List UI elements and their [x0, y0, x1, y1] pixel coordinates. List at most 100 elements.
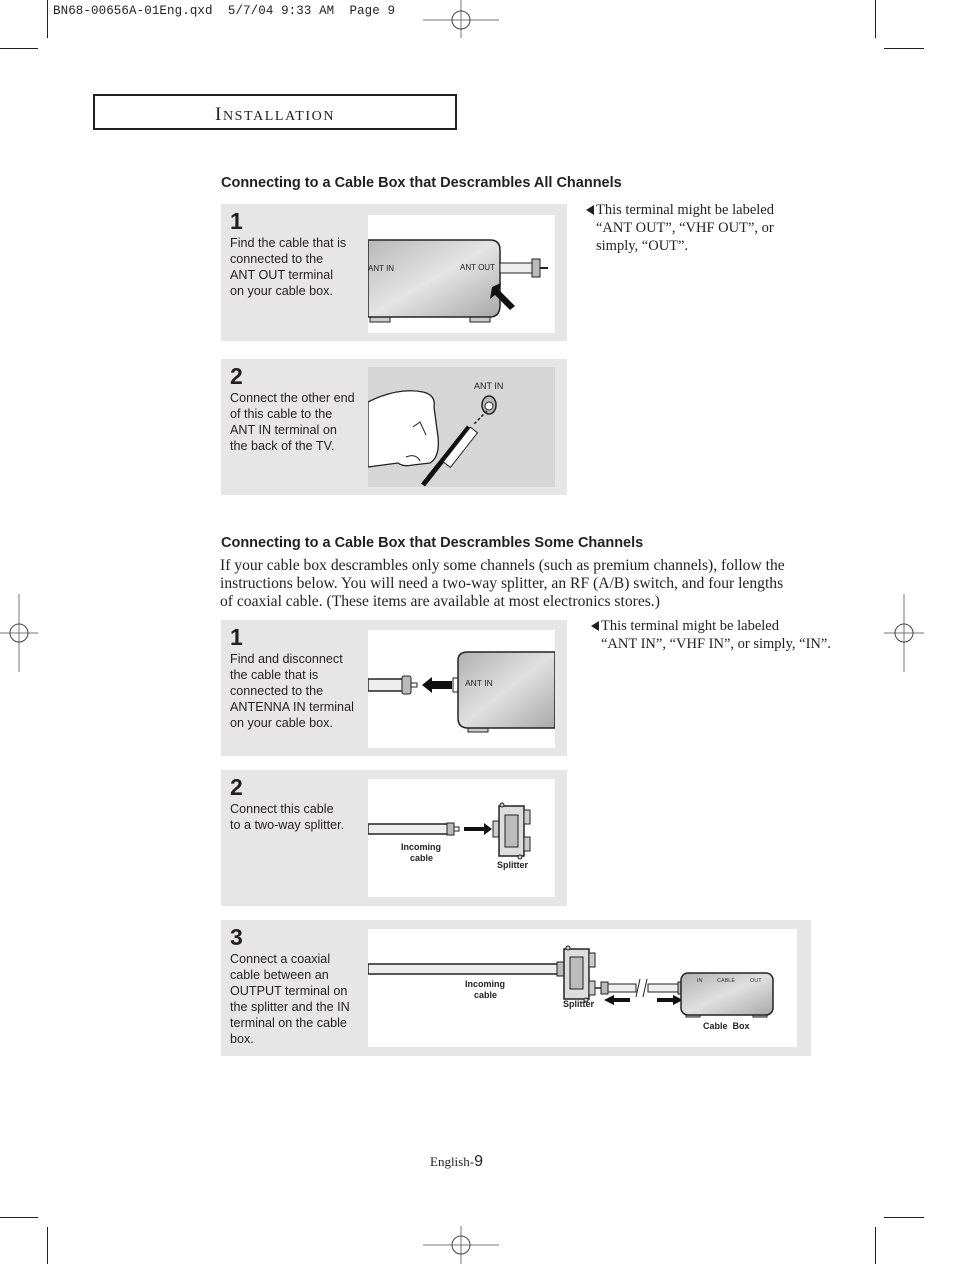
- registration-mark-icon: [423, 1226, 499, 1264]
- step-text: Connect a coaxial cable between an OUTPU…: [230, 951, 350, 1047]
- step-text-line: Find the cable that is: [230, 236, 347, 250]
- step-number: 1: [230, 208, 243, 234]
- part2-step-1: 1 Find and disconnect the cable that is …: [221, 620, 567, 756]
- part1-step-2: 2 Connect the other end of this cable to…: [221, 359, 567, 495]
- footer-language: English-: [430, 1154, 475, 1169]
- figure-label-incoming: Incoming: [401, 842, 441, 852]
- figure-label-cable: cable: [474, 990, 497, 1000]
- section-header: INSTALLATION: [93, 94, 457, 130]
- step-text-line: ANT OUT terminal: [230, 268, 334, 282]
- cable-box-shape: [368, 239, 501, 318]
- step-text-line: Connect the other end: [230, 391, 355, 405]
- part1-step-1: 1 Find the cable that is connected to th…: [221, 204, 567, 341]
- step-text-line: Connect a coaxial: [230, 952, 331, 966]
- step-text-line: connected to the: [230, 684, 324, 698]
- note-line: simply, “OUT”.: [596, 238, 689, 254]
- crop-mark: [884, 1217, 924, 1218]
- note-line: “ANT IN”, “VHF IN”, or simply, “IN”.: [601, 636, 831, 652]
- step-text-line: on your cable box.: [230, 284, 333, 298]
- step-text-line: the back of the TV.: [230, 439, 335, 453]
- step-text: Find and disconnect the cable that is co…: [230, 651, 354, 731]
- step-number: 3: [230, 924, 243, 950]
- crop-mark: [0, 1217, 38, 1218]
- note-line: This terminal might be labeled: [596, 202, 774, 218]
- registration-mark-icon: [884, 594, 924, 672]
- crop-mark: [47, 0, 48, 38]
- arrow-left-icon: [422, 677, 452, 693]
- step-text-line: Connect this cable: [230, 802, 334, 816]
- part2-step-3: 3 Connect a coaxial cable between an OUT…: [221, 920, 811, 1056]
- step-text-line: connected to the: [230, 252, 324, 266]
- step-text-line: on your cable box.: [230, 716, 333, 730]
- figure-label-ant-in: ANT IN: [465, 678, 493, 688]
- figure-label-ant-in: ANT IN: [368, 264, 394, 273]
- slug-date: 5/7/04: [227, 4, 274, 18]
- step-text-line: to a two-way splitter.: [230, 818, 345, 832]
- intro-line: instructions below. You will need a two-…: [220, 575, 784, 592]
- arrow-left-icon: [604, 995, 630, 1005]
- registration-mark-icon: [423, 0, 499, 38]
- note-line: This terminal might be labeled: [601, 618, 779, 634]
- part2-heading: Connecting to a Cable Box that Descrambl…: [221, 535, 644, 551]
- step-text-line: box.: [230, 1032, 254, 1046]
- note-pointer-icon: [586, 205, 594, 215]
- step-number: 2: [230, 363, 243, 389]
- step-text: Find the cable that is connected to the …: [230, 235, 346, 299]
- file-slug: BN68-00656A-01Eng.qxd 5/7/04 9:33 AM Pag…: [53, 4, 395, 18]
- section-title-rest: NSTALLATION: [222, 109, 336, 124]
- tv-ant-in-figure: ANT IN: [368, 367, 555, 487]
- crop-mark: [884, 48, 924, 49]
- step-number: 2: [230, 774, 243, 800]
- crop-mark: [875, 1227, 876, 1264]
- figure-label-splitter: Splitter: [563, 999, 595, 1009]
- figure-label-ant-out: ANT OUT: [460, 263, 495, 272]
- figure-label-cable-box: Cable Box: [703, 1021, 750, 1031]
- figure-label-ant-in: ANT IN: [474, 381, 503, 391]
- step-number: 1: [230, 624, 243, 650]
- step-text-line: terminal on the cable: [230, 1016, 347, 1030]
- cable-box-shape: [457, 651, 555, 729]
- figure-label-cable-port: CABLE: [717, 978, 735, 984]
- slug-file: BN68-00656A-01Eng.qxd: [53, 4, 213, 18]
- hand-icon: [368, 390, 439, 468]
- section-title-cap: I: [215, 104, 223, 125]
- intro-line: of coaxial cable. (These items are avail…: [220, 593, 660, 610]
- intro-line: If your cable box descrambles only some …: [220, 557, 785, 574]
- cable-box-ant-out-figure: ANT IN ANT OUT: [368, 215, 555, 333]
- arrow-right-icon: [657, 995, 683, 1005]
- step-text-line: the splitter and the IN: [230, 1000, 350, 1014]
- part2-step-2: 2 Connect this cable to a two-way splitt…: [221, 770, 567, 906]
- figure-label-cable: cable: [410, 853, 433, 863]
- page-number: 9: [474, 1153, 483, 1170]
- splitter-to-cable-box-figure: IN CABLE OUT Incoming cable Splitter Cab…: [368, 929, 797, 1047]
- disconnect-cable-figure: ANT IN: [368, 630, 555, 748]
- splitter-connect-figure: Incoming cable Splitter: [368, 779, 555, 897]
- figure-label-in: IN: [697, 978, 703, 984]
- figure-label-out: OUT: [750, 978, 762, 984]
- part1-note: This terminal might be labeled “ANT OUT”…: [586, 201, 774, 255]
- arrow-right-icon: [464, 823, 492, 835]
- step-text-line: ANTENNA IN terminal: [230, 700, 354, 714]
- step-text-line: ANT IN terminal on: [230, 423, 337, 437]
- part2-intro: If your cable box descrambles only some …: [220, 557, 820, 611]
- part2-note: This terminal might be labeled “ANT IN”,…: [591, 617, 831, 653]
- figure-label-splitter: Splitter: [497, 860, 529, 870]
- step-text: Connect this cable to a two-way splitter…: [230, 801, 344, 833]
- slug-page: Page 9: [349, 4, 396, 18]
- part1-heading: Connecting to a Cable Box that Descrambl…: [221, 175, 622, 191]
- note-pointer-icon: [591, 621, 599, 631]
- note-line: “ANT OUT”, “VHF OUT”, or: [596, 220, 774, 236]
- crop-mark: [0, 48, 38, 49]
- step-text-line: the cable that is: [230, 668, 319, 682]
- section-title: INSTALLATION: [215, 104, 335, 126]
- figure-label-incoming: Incoming: [465, 979, 505, 989]
- step-text-line: OUTPUT terminal on: [230, 984, 348, 998]
- registration-mark-icon: [0, 594, 38, 672]
- step-text-line: Find and disconnect: [230, 652, 343, 666]
- crop-mark: [875, 0, 876, 38]
- step-text-line: cable between an: [230, 968, 329, 982]
- step-text-line: of this cable to the: [230, 407, 333, 421]
- step-text: Connect the other end of this cable to t…: [230, 390, 355, 454]
- crop-mark: [47, 1227, 48, 1264]
- slug-time: 9:33 AM: [281, 4, 335, 18]
